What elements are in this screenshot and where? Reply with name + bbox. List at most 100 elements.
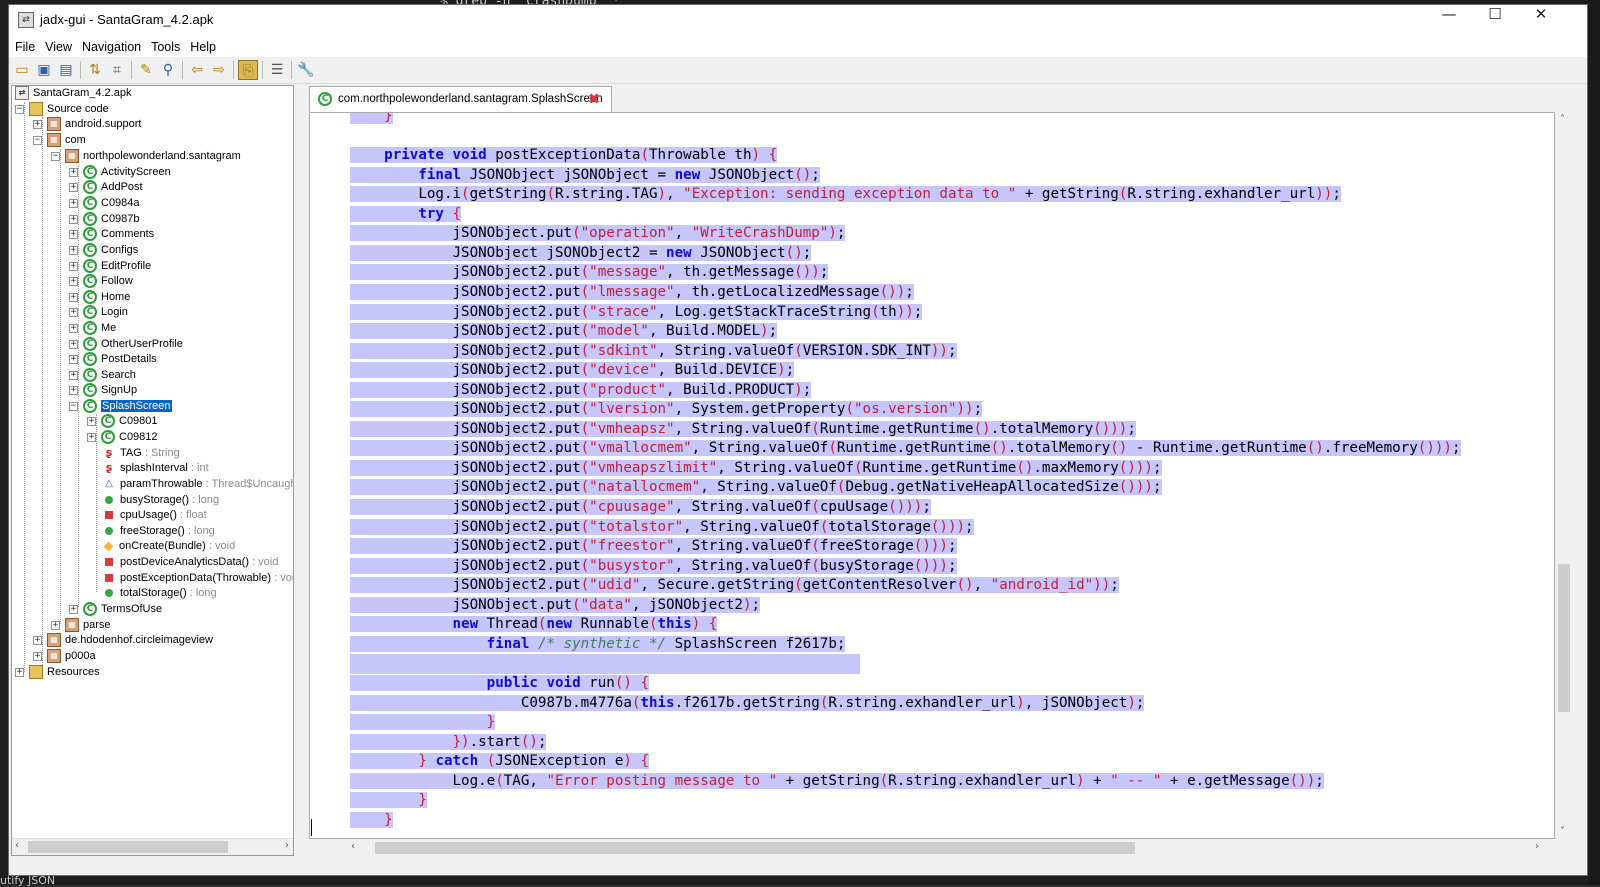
code-hscroll-thumb[interactable] xyxy=(375,842,1135,854)
expand-icon[interactable]: + xyxy=(69,261,78,271)
tree-item-class[interactable]: + C Search xyxy=(69,368,136,383)
expand-icon[interactable]: + xyxy=(69,229,78,239)
code-line[interactable]: final /* synthetic */ SplashScreen f2617… xyxy=(350,635,846,655)
scroll-down-icon[interactable]: ˅ xyxy=(1560,826,1565,837)
forward-icon[interactable]: ⇨ xyxy=(209,60,229,80)
code-line[interactable]: jSONObject2.put("totalstor", String.valu… xyxy=(350,518,974,538)
code-line[interactable]: JSONObject jSONObject2 = new JSONObject(… xyxy=(350,244,812,264)
expand-icon[interactable]: + xyxy=(69,339,78,349)
code-line[interactable]: final JSONObject jSONObject = new JSONOb… xyxy=(350,166,820,186)
expand-icon[interactable]: + xyxy=(87,432,96,442)
menu-view[interactable]: View xyxy=(41,37,76,58)
tab-splashscreen[interactable]: Ccom.northpolewonderland.santagram.Splas… xyxy=(309,86,612,112)
tree-item-method[interactable]: onCreate(Bundle) : void xyxy=(102,539,235,554)
tree-item-splashscreen[interactable]: − C SplashScreen xyxy=(69,399,172,414)
tree-item-class[interactable]: + C Me xyxy=(69,321,116,336)
code-line[interactable]: jSONObject2.put("busystor", String.value… xyxy=(350,557,957,577)
tree-item-class[interactable]: + C Configs xyxy=(69,243,138,258)
code-line[interactable]: C0987b.m4776a(this.f2617b.getString(R.st… xyxy=(350,694,1145,714)
expand-icon[interactable]: + xyxy=(69,292,78,302)
tree-item-inner-class[interactable]: + C C09801 xyxy=(87,414,158,429)
log-viewer-icon[interactable]: ☰ xyxy=(267,60,287,80)
menu-file[interactable]: File xyxy=(11,37,39,58)
code-line[interactable]: try { xyxy=(350,205,462,225)
tree-item-class[interactable]: + C TermsOfUse xyxy=(69,602,162,617)
menu-tools[interactable]: Tools xyxy=(147,37,184,58)
code-line[interactable]: jSONObject2.put("udid", Secure.getString… xyxy=(350,576,1119,596)
code-line[interactable]: jSONObject2.put("vmheapsz", String.value… xyxy=(350,420,1136,440)
expand-icon[interactable]: + xyxy=(69,245,78,255)
tree-item-class[interactable]: + C PostDetails xyxy=(69,352,157,367)
code-line[interactable]: jSONObject2.put("device", Build.DEVICE); xyxy=(350,361,795,381)
tree-item-class[interactable]: + C Follow xyxy=(69,274,133,289)
code-vertical-scrollbar[interactable]: ˄ ˅ xyxy=(1555,112,1573,839)
expand-icon[interactable]: + xyxy=(33,119,42,129)
tree-item-class[interactable]: + C Comments xyxy=(69,227,154,242)
save-all-icon[interactable]: ▤ xyxy=(56,60,76,80)
tree-item-resources[interactable]: + Resources xyxy=(15,665,100,680)
code-vscroll-thumb[interactable] xyxy=(1558,564,1570,712)
code-line[interactable]: Log.i(getString(R.string.TAG), "Exceptio… xyxy=(350,185,1341,205)
tree-item-class[interactable]: + C C0984a xyxy=(69,196,140,211)
tree-item-class[interactable]: + C EditProfile xyxy=(69,259,151,274)
scroll-up-icon[interactable]: ˄ xyxy=(1560,114,1565,125)
expand-icon[interactable]: + xyxy=(69,198,78,208)
tree-item-inner-class[interactable]: + C C09812 xyxy=(87,430,158,445)
sync-tree-icon[interactable]: ⇅ xyxy=(85,60,105,80)
code-line[interactable]: jSONObject2.put("freestor", String.value… xyxy=(350,537,957,557)
code-view[interactable]: } private void postExceptionData(Throwab… xyxy=(309,112,1555,839)
close-tab-icon[interactable]: ✖ xyxy=(587,92,601,107)
collapse-icon[interactable]: − xyxy=(51,151,60,161)
code-line[interactable]: jSONObject2.put("cpuusage", String.value… xyxy=(350,498,931,518)
tree-item-method[interactable]: freeStorage() : long xyxy=(102,524,215,539)
save-icon[interactable]: ▣ xyxy=(34,60,54,80)
expand-icon[interactable]: + xyxy=(33,651,42,661)
tree-item-method[interactable]: cpuUsage() : float xyxy=(102,508,207,523)
collapse-icon[interactable]: − xyxy=(69,401,78,411)
tree-scroll-thumb[interactable] xyxy=(28,841,228,853)
code-line[interactable]: }).start(); xyxy=(350,733,547,753)
preferences-icon[interactable]: 🔧 xyxy=(296,60,316,80)
collapse-icon[interactable]: − xyxy=(33,135,42,145)
code-line[interactable]: } xyxy=(350,713,496,733)
text-search-icon[interactable]: ✎ xyxy=(136,60,156,80)
code-line[interactable]: } xyxy=(350,811,393,831)
code-line[interactable]: jSONObject2.put("model", Build.MODEL); xyxy=(350,322,778,342)
expand-icon[interactable]: + xyxy=(69,182,78,192)
code-line[interactable]: } xyxy=(350,791,427,811)
expand-icon[interactable]: + xyxy=(69,276,78,286)
tree-item-santagram-package[interactable]: − ▦ northpolewonderland.santagram xyxy=(51,149,241,164)
code-line[interactable]: jSONObject.put("data", jSONObject2); xyxy=(350,596,761,616)
menu-help[interactable]: Help xyxy=(186,37,220,58)
expand-icon[interactable]: + xyxy=(69,323,78,333)
scroll-left-icon[interactable]: ‹ xyxy=(351,841,355,852)
expand-icon[interactable]: + xyxy=(87,416,96,426)
tree-item-field[interactable]: ʂ TAG : String xyxy=(102,446,180,461)
code-line[interactable]: public void run() { xyxy=(350,674,649,694)
tree-item-field[interactable]: ʂ splashInterval : int xyxy=(102,461,209,476)
code-line[interactable]: jSONObject2.put("vmheapszlimit", String.… xyxy=(350,459,1162,479)
code-line[interactable]: } catch (JSONException e) { xyxy=(350,752,650,772)
tree-item-method[interactable]: postDeviceAnalyticsData() : void xyxy=(102,555,278,570)
code-line[interactable]: jSONObject2.put("natallocmem", String.va… xyxy=(350,478,1162,498)
code-line[interactable]: jSONObject2.put("strace", Log.getStackTr… xyxy=(350,303,923,323)
tree-item-p000a[interactable]: + ▦ p000a xyxy=(33,649,96,664)
code-line[interactable]: jSONObject2.put("lmessage", th.getLocali… xyxy=(350,283,914,303)
tree-item-android-support[interactable]: + ▦ android.support xyxy=(33,117,141,132)
expand-icon[interactable]: + xyxy=(69,167,78,177)
scroll-left-icon[interactable]: ‹ xyxy=(15,840,19,851)
expand-icon[interactable]: + xyxy=(69,307,78,317)
tree-item-method[interactable]: postExceptionData(Throwable) : void xyxy=(102,571,293,586)
deobfuscation-icon[interactable]: ⎘ xyxy=(238,60,258,80)
code-line[interactable]: jSONObject2.put("product", Build.PRODUCT… xyxy=(350,381,812,401)
tree-item-source-code[interactable]: − Source code xyxy=(15,102,109,117)
code-line[interactable]: jSONObject2.put("message", th.getMessage… xyxy=(350,263,829,283)
code-line[interactable]: jSONObject.put("operation", "WriteCrashD… xyxy=(350,224,846,244)
tree-item-class[interactable]: + C ActivityScreen xyxy=(69,165,171,180)
expand-icon[interactable]: + xyxy=(33,635,42,645)
tree-item-class[interactable]: + C C0987b xyxy=(69,212,140,227)
tree-item-apk[interactable]: ⇄ SantaGram_4.2.apk xyxy=(15,86,131,101)
flatten-packages-icon[interactable]: ⌗ xyxy=(107,60,127,80)
expand-icon[interactable]: + xyxy=(15,667,24,677)
close-button[interactable]: ✕ xyxy=(1518,5,1564,36)
